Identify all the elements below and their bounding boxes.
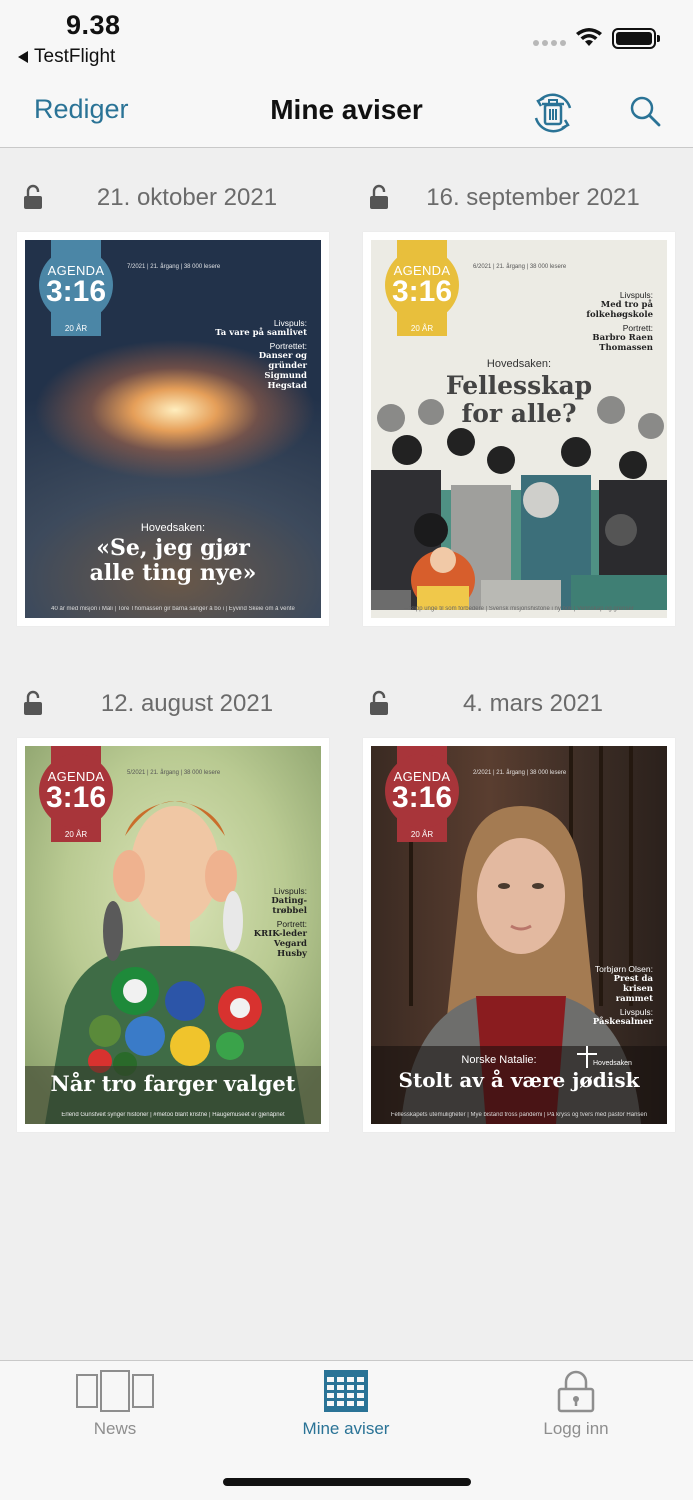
delete-sync-icon[interactable] xyxy=(528,88,578,138)
cover-masthead: 7/2021 | 21. årgang | 38 000 lesere xyxy=(127,264,221,270)
wifi-icon xyxy=(576,28,602,46)
issue-header: 12. august 2021 xyxy=(17,686,357,726)
cover-masthead: 5/2021 | 21. årgang | 38 000 lesere xyxy=(127,770,221,776)
unlocked-icon xyxy=(24,690,42,715)
cover-masthead: 2/2021 | 21. årgang | 38 000 lesere xyxy=(473,770,567,776)
issue-header: 21. oktober 2021 xyxy=(17,180,357,220)
issue-header: 4. mars 2021 xyxy=(363,686,693,726)
back-app-label: TestFlight xyxy=(34,46,116,67)
agenda-badge: AGENDA 3:16 20 ÅR xyxy=(39,746,113,844)
tab-mine-aviser[interactable]: Mine aviser xyxy=(266,1369,426,1439)
status-bar: 9.38 TestFlight xyxy=(0,0,693,80)
navigation-bar: Rediger Mine aviser xyxy=(0,80,693,148)
issue-header: 16. september 2021 xyxy=(363,180,693,220)
unlocked-icon xyxy=(370,184,388,209)
news-columns-icon xyxy=(76,1370,154,1412)
issue-cover[interactable]: AGENDA 3:16 20 ÅR 6/2021 | 21. årgang | … xyxy=(363,232,675,626)
cover-headline: «Se, jeg gjør alle ting nye» xyxy=(89,535,257,586)
cover-masthead: 6/2021 | 21. årgang | 38 000 lesere xyxy=(473,264,567,270)
tab-news-label: News xyxy=(93,1419,137,1438)
cover-kicker: Norske Natalie: xyxy=(461,1054,537,1066)
issue-cover[interactable]: AGENDA 3:16 20 ÅR 7/2021 | 21. årgang | … xyxy=(17,232,329,626)
cover-sidebar-text: Livspuls: Dating-trøbbel Portrett: KRIK-… xyxy=(253,886,307,959)
cover-kicker: Hovedsaken: xyxy=(140,522,206,534)
cellular-signal-icon xyxy=(533,40,566,46)
search-icon[interactable] xyxy=(628,94,662,128)
agenda-badge: AGENDA 3:16 20 ÅR xyxy=(385,240,459,338)
battery-icon xyxy=(612,28,660,49)
issue-date: 12. august 2021 xyxy=(100,690,274,717)
agenda-badge: AGENDA 3:16 20 ÅR xyxy=(385,746,459,844)
lock-icon xyxy=(557,1370,595,1413)
cover-image: AGENDA 3:16 20 ÅR 5/2021 | 21. årgang | … xyxy=(25,746,321,1124)
issue-cover[interactable]: AGENDA 3:16 20 ÅR 2/2021 | 21. årgang | … xyxy=(363,738,675,1132)
page-title: Mine aviser xyxy=(270,94,423,125)
issue-cover[interactable]: AGENDA 3:16 20 ÅR 5/2021 | 21. årgang | … xyxy=(17,738,329,1132)
clock: 9.38 xyxy=(66,10,121,40)
cover-footer: Erlend Gunstveit synger historier | #met… xyxy=(61,1112,285,1118)
cover-sidebar-text: Torbjørn Olsen: Prest da krisen rammet L… xyxy=(592,964,653,1027)
cover-image: AGENDA 3:16 20 ÅR 2/2021 | 21. årgang | … xyxy=(371,746,667,1124)
tab-mine-aviser-label: Mine aviser xyxy=(302,1419,390,1438)
unlocked-icon xyxy=(24,184,42,209)
cover-footer: – Slipp unge til som forbedere | Svensk … xyxy=(404,606,634,612)
unlocked-icon xyxy=(370,690,388,715)
calendar-grid-icon xyxy=(324,1370,368,1412)
tab-logg-inn-label: Logg inn xyxy=(543,1419,609,1438)
cover-headline: Stolt av å være jødisk xyxy=(398,1068,640,1092)
cover-image: AGENDA 3:16 20 ÅR 6/2021 | 21. årgang | … xyxy=(371,240,667,618)
cover-headline: Når tro farger valget xyxy=(50,1071,296,1096)
back-to-app-link[interactable]: TestFlight xyxy=(18,46,115,68)
cover-sidebar-text: Livspuls: Med tro på folkehøgskole Portr… xyxy=(586,290,653,353)
issue-date: 16. september 2021 xyxy=(426,184,640,211)
cover-footer: Fellesskapets utemuligheter | Mye bistan… xyxy=(390,1112,648,1118)
cover-sidebar-text: Livspuls: Ta vare på samlivet Portrettet… xyxy=(215,318,307,391)
cover-kicker: Hovedsaken: xyxy=(486,358,552,370)
home-indicator xyxy=(223,1478,471,1486)
cover-image: AGENDA 3:16 20 ÅR 7/2021 | 21. årgang | … xyxy=(25,240,321,618)
tab-news[interactable]: News xyxy=(35,1369,195,1439)
tab-logg-inn[interactable]: Logg inn xyxy=(496,1369,656,1439)
cover-footer: 40 år med misjon i Mali | Tore Thomassen… xyxy=(51,606,295,612)
issue-date: 21. oktober 2021 xyxy=(96,184,278,211)
agenda-badge: AGENDA 3:16 20 ÅR xyxy=(39,240,113,338)
issue-date: 4. mars 2021 xyxy=(462,690,604,717)
back-arrow-icon xyxy=(18,51,28,63)
crowd-illustration xyxy=(371,396,667,610)
